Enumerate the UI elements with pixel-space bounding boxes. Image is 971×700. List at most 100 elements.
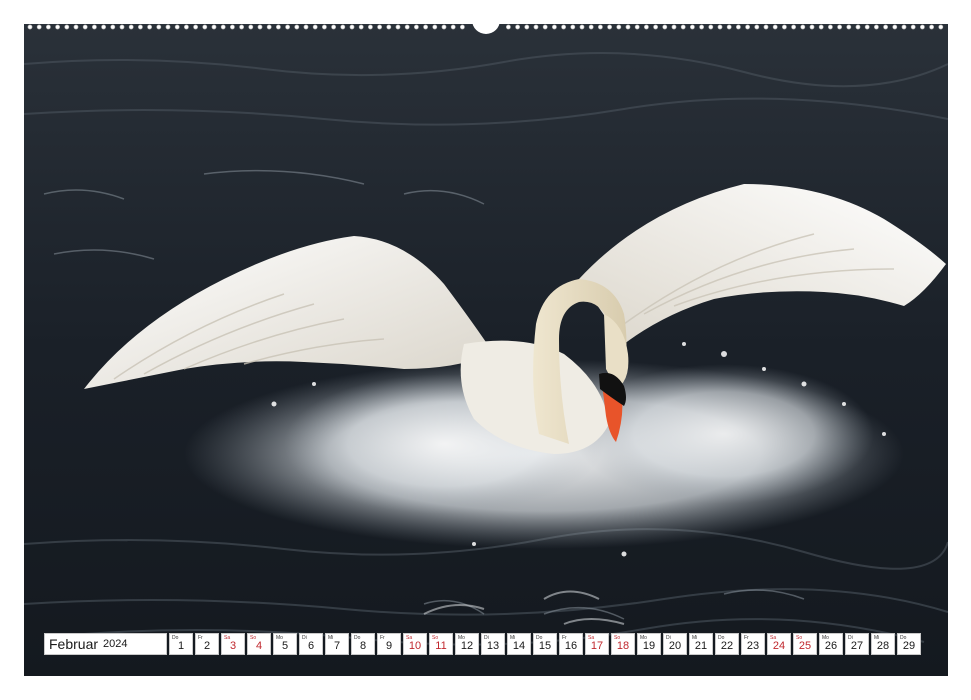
day-number: 17 — [590, 640, 604, 652]
binding-hole — [248, 24, 254, 30]
day-number: 19 — [642, 640, 656, 652]
day-number: 5 — [281, 640, 289, 652]
day-number: 9 — [385, 640, 393, 652]
binding-hole — [27, 24, 33, 30]
binding-hole — [800, 24, 806, 30]
binding-hole — [846, 24, 852, 30]
day-cell: Do 8 — [351, 633, 375, 655]
binding-hole — [588, 24, 594, 30]
binding-hole — [837, 24, 842, 30]
month-calendar-strip: Februar 2024 Do 1 Fr 2 Sa 3 So 4 Mo 5 Di 6 Mi 7 Do 8 Fr 9… — [44, 633, 921, 655]
calendar-page: Februar 2024 Do 1 Fr 2 Sa 3 So 4 Mo 5 Di 6 Mi 7 Do 8 Fr 9… — [0, 0, 971, 700]
binding-hole — [782, 24, 787, 30]
binding-hole — [377, 24, 382, 30]
day-cell: Mi 14 — [507, 633, 531, 655]
day-number: 23 — [746, 640, 760, 652]
day-cell: Di 6 — [299, 633, 323, 655]
binding-hole — [331, 24, 336, 30]
binding-hole — [73, 24, 79, 30]
binding-hole — [257, 24, 263, 30]
day-cell: So 18 — [611, 633, 635, 655]
day-number: 14 — [512, 640, 526, 652]
day-cell: Fr 16 — [559, 633, 583, 655]
binding-hole — [285, 24, 290, 30]
binding-hole — [349, 24, 355, 30]
binding-hole — [358, 24, 364, 30]
swan-scene — [24, 24, 948, 676]
binding-hole — [929, 24, 934, 30]
binding-hole — [459, 24, 465, 30]
binding-hole — [542, 24, 548, 30]
binding-hole — [552, 24, 557, 30]
day-cell: Sa 3 — [221, 633, 245, 655]
binding-hole — [772, 24, 778, 30]
binding-hole — [598, 24, 603, 30]
binding-hole — [367, 24, 373, 30]
binding-hole — [763, 24, 769, 30]
binding-hole — [165, 24, 171, 30]
binding-hole — [183, 24, 189, 30]
day-number: 25 — [798, 640, 812, 652]
day-cell: Di 27 — [845, 633, 869, 655]
binding-hole — [340, 24, 346, 30]
day-cell: Mo 5 — [273, 633, 297, 655]
binding-hole — [386, 24, 392, 30]
binding-hole — [708, 24, 714, 30]
binding-hole — [561, 24, 566, 30]
binding-hole — [901, 24, 907, 30]
day-number: 22 — [720, 640, 734, 652]
binding-hole — [883, 24, 888, 30]
day-number: 29 — [902, 640, 916, 652]
binding-hole — [616, 24, 622, 30]
binding-hole — [174, 24, 180, 30]
day-number: 7 — [333, 640, 341, 652]
day-number: 18 — [616, 640, 630, 652]
binding-hole — [450, 24, 456, 30]
binding-hole — [680, 24, 686, 30]
day-cell: Sa 17 — [585, 633, 609, 655]
binding-hole — [920, 24, 925, 30]
day-number: 24 — [772, 640, 786, 652]
binding-hole — [211, 24, 217, 30]
binding-hole — [818, 24, 824, 30]
binding-hole — [45, 24, 51, 30]
binding-hole — [524, 24, 530, 30]
day-cell: Sa 24 — [767, 633, 791, 655]
day-number: 8 — [359, 640, 367, 652]
binding-hole — [533, 24, 539, 30]
day-number: 2 — [203, 640, 211, 652]
month-label-cell: Februar 2024 — [44, 633, 167, 655]
binding-hole — [312, 24, 318, 30]
day-cell: Do 15 — [533, 633, 557, 655]
day-cell: Fr 9 — [377, 633, 401, 655]
binding-hole — [910, 24, 916, 30]
binding-hole — [220, 24, 226, 30]
binding-hole — [717, 24, 723, 30]
day-cell: Mo 19 — [637, 633, 661, 655]
day-number: 27 — [850, 640, 864, 652]
day-cell: Di 13 — [481, 633, 505, 655]
binding-hole — [202, 24, 208, 30]
day-cell: Di 20 — [663, 633, 687, 655]
binding-hole — [671, 24, 677, 30]
day-number: 1 — [177, 640, 185, 652]
binding-hole — [64, 24, 70, 30]
day-number: 4 — [255, 640, 263, 652]
binding-hole — [110, 24, 116, 30]
binding-hole — [82, 24, 88, 30]
binding-hole — [634, 24, 640, 30]
day-cell: So 11 — [429, 633, 453, 655]
binding-hole — [864, 24, 870, 30]
day-number: 28 — [876, 640, 890, 652]
day-number: 21 — [694, 640, 708, 652]
binding-hole — [138, 24, 143, 30]
day-cell: Mo 26 — [819, 633, 843, 655]
binding-hole — [229, 24, 235, 30]
day-number: 12 — [460, 640, 474, 652]
binding-hole — [607, 24, 612, 30]
day-number: 6 — [307, 640, 315, 652]
binding-hole — [625, 24, 631, 30]
binding-hole — [515, 24, 520, 30]
binding-hole — [699, 24, 704, 30]
binding-hole — [644, 24, 649, 30]
